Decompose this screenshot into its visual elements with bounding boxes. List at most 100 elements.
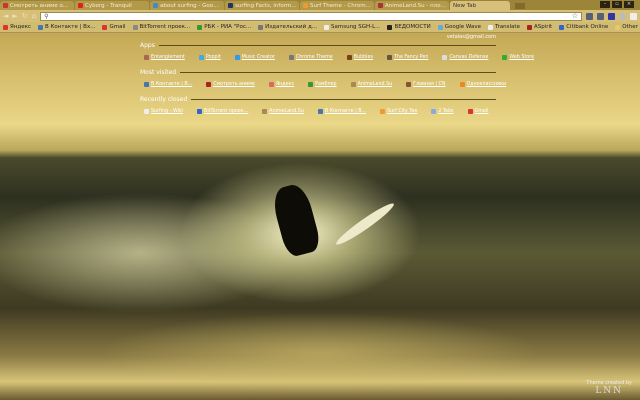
bookmark-label: В Контакте | Вх... (44, 24, 96, 30)
app-item[interactable]: Music Creator (234, 55, 275, 60)
section-title: Apps (140, 42, 155, 49)
new-tab-button[interactable] (515, 3, 525, 9)
favicon-icon (153, 3, 158, 8)
most-visited-item[interactable]: В Контакте | В... (144, 82, 192, 87)
most-visited-item[interactable]: Смотреть аниме (206, 82, 255, 87)
bookmark-item[interactable]: ВЕДОМОСТИ (387, 24, 431, 30)
app-item[interactable]: Bubbles (346, 55, 373, 60)
bookmark-label: ASpirit (533, 24, 553, 30)
bookmark-item[interactable]: РБК - РИА "Рос... (197, 24, 251, 30)
minimize-button[interactable]: – (600, 1, 610, 8)
page-menu-icon[interactable] (619, 12, 626, 20)
item-label: Poppit (205, 55, 221, 60)
bookmark-label: ВЕДОМОСТИ (394, 24, 431, 30)
app-item[interactable]: The Fancy Pen (386, 55, 429, 60)
most-visited-item[interactable]: AnimeLand.Su (350, 82, 392, 87)
recently-closed-item[interactable]: 2 Tabs (431, 109, 454, 114)
bookmark-item[interactable]: Google Wave (437, 24, 481, 30)
bookmark-item[interactable]: Яндекс (3, 24, 31, 30)
bookmark-item[interactable]: ASpirit (526, 24, 553, 30)
recently-closed-item[interactable]: Gmail (467, 109, 489, 114)
back-button[interactable]: ◄ (3, 12, 8, 20)
other-bookmarks-button[interactable]: Other bookmarks (615, 24, 640, 30)
wrench-icon[interactable] (630, 12, 637, 20)
bookmark-label: Яндекс (10, 24, 31, 30)
favicon-icon (303, 3, 308, 8)
translate-extension-icon[interactable] (608, 12, 615, 20)
app-item[interactable]: Chrome Theme (288, 55, 333, 60)
bookmark-item[interactable]: Издательский д... (258, 24, 317, 30)
maximize-button[interactable]: ▫ (612, 1, 622, 8)
tab-label: New Tab (453, 2, 477, 9)
most-visited-section-header[interactable]: Most visited (140, 69, 496, 76)
reload-button[interactable]: ↻ (22, 12, 28, 20)
tab-label: Cyborg - Tranquil (85, 2, 132, 9)
item-label: Яндекс (275, 82, 295, 87)
item-label: Surfing - Wiki (151, 109, 184, 114)
bookmark-item[interactable]: Gmail (102, 24, 126, 30)
recently-closed-item[interactable]: BitTorrent проек... (197, 109, 248, 114)
bookmark-label: Google Wave (444, 24, 481, 30)
recently-closed-item[interactable]: Surf City Tee (380, 109, 417, 114)
item-label: В Контакте | В... (151, 82, 193, 87)
address-bar[interactable]: ⚲ ☆ (40, 11, 582, 21)
bookmark-item[interactable]: Citibank Online (559, 24, 608, 30)
window-controls: – ▫ × (600, 1, 634, 8)
tab-strip: Смотреть аниме о... Cyborg - Tranquil abou… (0, 0, 640, 10)
favicon-icon (258, 24, 264, 30)
most-visited-item[interactable]: Яндекс (268, 82, 295, 87)
item-label: Chrome Theme (295, 55, 333, 60)
tab-0[interactable]: Смотреть аниме о... (0, 1, 74, 10)
divider (191, 99, 496, 100)
app-item[interactable]: Entanglement (144, 55, 185, 60)
item-label: Смотреть аниме (213, 82, 255, 87)
home-button[interactable]: ⌂ (32, 12, 36, 20)
apps-section-header[interactable]: Apps (140, 42, 496, 49)
tab-label: AnimeLand.Su - пло... (385, 2, 446, 9)
mail-extension-icon[interactable] (586, 12, 593, 20)
item-label: Главная | CN (413, 82, 446, 87)
close-button[interactable]: × (624, 1, 634, 8)
bookmark-item[interactable]: BitTorrent проек... (132, 24, 191, 30)
favicon-icon (3, 24, 8, 30)
bookmark-item[interactable]: Samsung SGH-L... (324, 24, 380, 30)
bookmark-label: BitTorrent проек... (139, 24, 191, 30)
favicon-icon (442, 55, 448, 60)
bookmark-label: Translate (495, 24, 520, 30)
app-item[interactable]: Web Store (502, 55, 534, 60)
tab-5[interactable]: AnimeLand.Su - пло... (375, 1, 449, 10)
tab-6[interactable]: New Tab (450, 1, 510, 10)
extension-icon[interactable] (597, 12, 604, 20)
recently-closed-item[interactable]: Surfing - Wiki (144, 109, 183, 114)
favicon-icon (380, 109, 386, 114)
tab-1[interactable]: Cyborg - Tranquil (75, 1, 149, 10)
recently-closed-item[interactable]: В Контакте | В... (317, 109, 366, 114)
app-item[interactable]: Canvas Defense (442, 55, 488, 60)
app-item[interactable]: Poppit (198, 55, 221, 60)
favicon-icon (378, 3, 383, 8)
account-email[interactable]: vetalas@gmail.com (140, 34, 496, 40)
recently-closed-item[interactable]: AnimeLand.Su (262, 109, 304, 114)
tab-2[interactable]: about surfing - Goo... (150, 1, 224, 10)
most-visited-item[interactable]: Одноклассники (459, 82, 507, 87)
tab-3[interactable]: surfing Facts, inform... (225, 1, 299, 10)
item-label: Web Store (509, 55, 535, 60)
bookmark-item[interactable]: Translate (488, 24, 520, 30)
tab-4[interactable]: Surf Theme - Chrom... (300, 1, 374, 10)
apps-list: Entanglement Poppit Music Creator Chrome Th… (140, 49, 534, 67)
tab-label: about surfing - Goo... (160, 2, 219, 9)
favicon-icon (346, 55, 352, 60)
bookmark-item[interactable]: В Контакте | Вх... (37, 24, 96, 30)
theme-credit: Theme created by LNN (586, 380, 632, 396)
item-label: Music Creator (241, 55, 275, 60)
forward-button[interactable]: ► (12, 12, 17, 20)
most-visited-item[interactable]: Рамблер (308, 82, 337, 87)
favicon-icon (431, 109, 437, 114)
bookmarks-bar: Яндекс В Контакте | Вх... Gmail BitTorrent … (0, 22, 640, 33)
most-visited-item[interactable]: Главная | CN (406, 82, 446, 87)
item-label: Одноклассники (466, 82, 507, 87)
item-label: AnimeLand.Su (269, 109, 304, 114)
item-label: The Fancy Pen (393, 55, 429, 60)
favicon-icon (132, 24, 138, 30)
bookmark-star-icon[interactable]: ☆ (572, 12, 578, 20)
